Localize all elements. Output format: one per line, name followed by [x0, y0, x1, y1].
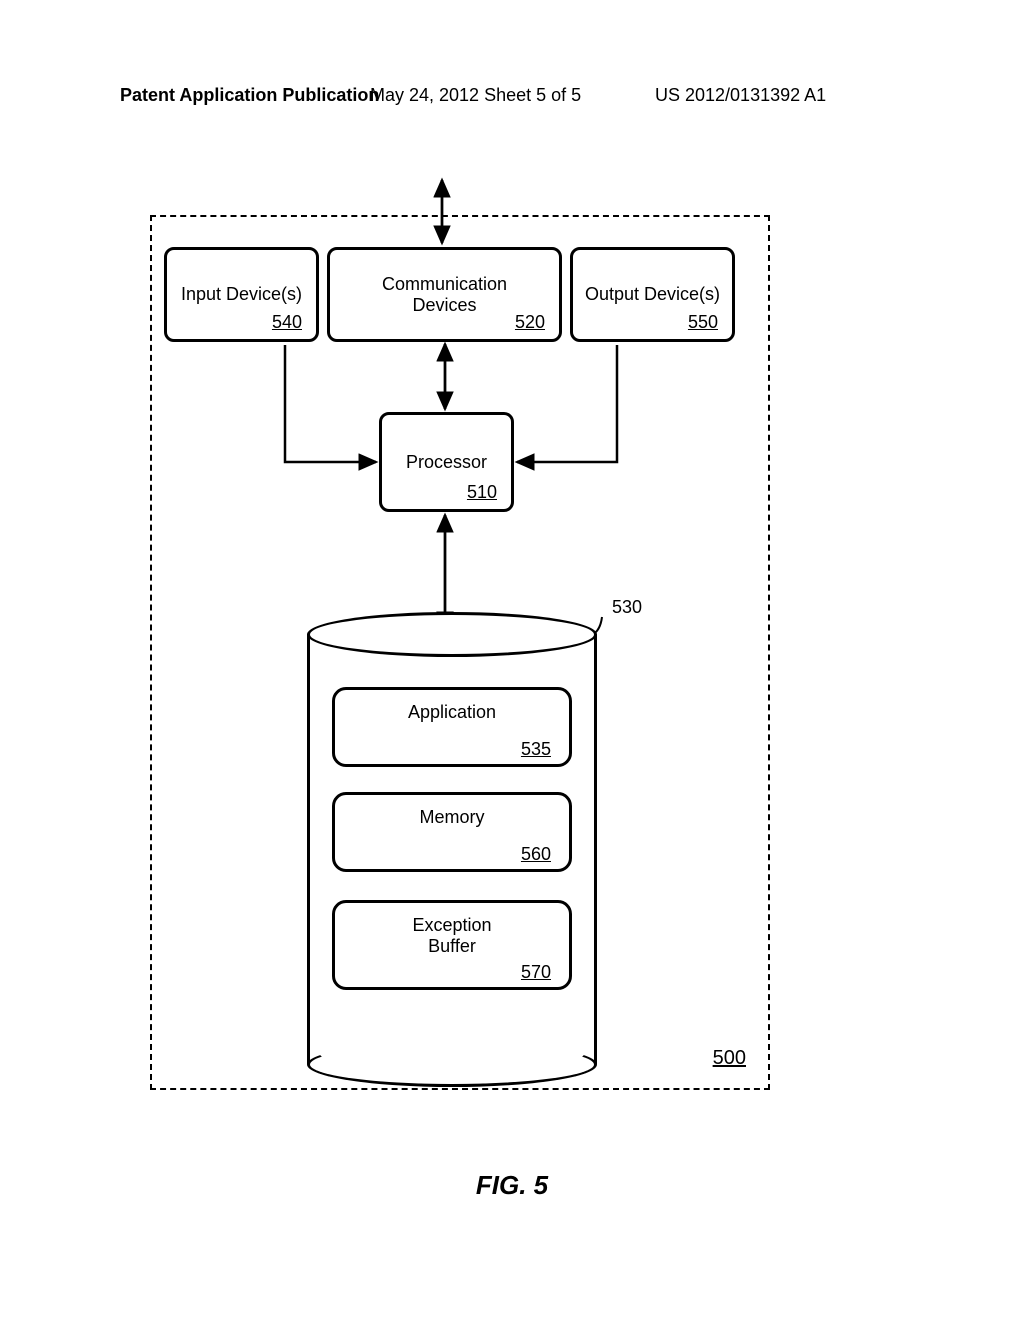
input-devices-block: Input Device(s) 540 — [164, 247, 319, 342]
exception-buffer-block: Exception Buffer 570 — [332, 900, 572, 990]
processor-label: Processor — [406, 452, 487, 473]
memory-label: Memory — [335, 795, 569, 828]
header-patent-number: US 2012/0131392 A1 — [655, 85, 826, 106]
exception-label-2: Buffer — [335, 936, 569, 957]
application-ref: 535 — [521, 739, 551, 760]
input-label: Input Device(s) — [181, 284, 302, 305]
cylinder-bottom — [307, 1042, 597, 1087]
system-ref: 500 — [713, 1047, 746, 1070]
header-publication: Patent Application Publication — [120, 85, 379, 106]
memory-block: Memory 560 — [332, 792, 572, 872]
comm-label-1: Communication — [382, 274, 507, 295]
exception-label-1: Exception — [335, 903, 569, 936]
figure-label: FIG. 5 — [0, 1170, 1024, 1201]
comm-ref: 520 — [515, 312, 545, 333]
patent-header: Patent Application Publication May 24, 2… — [0, 85, 1024, 106]
header-date-sheet: May 24, 2012 Sheet 5 of 5 — [370, 85, 581, 106]
exception-ref: 570 — [521, 962, 551, 983]
cylinder-top — [307, 612, 597, 657]
processor-block: Processor 510 — [379, 412, 514, 512]
comm-label-2: Devices — [412, 295, 476, 316]
output-ref: 550 — [688, 312, 718, 333]
communication-devices-block: Communication Devices 520 — [327, 247, 562, 342]
storage-cylinder: Application 535 Memory 560 Exception Buf… — [307, 612, 597, 1067]
application-block: Application 535 — [332, 687, 572, 767]
input-ref: 540 — [272, 312, 302, 333]
storage-ref: 530 — [612, 597, 642, 618]
output-devices-block: Output Device(s) 550 — [570, 247, 735, 342]
system-boundary: Input Device(s) 540 Communication Device… — [150, 215, 770, 1090]
processor-ref: 510 — [467, 482, 497, 503]
application-label: Application — [335, 690, 569, 723]
output-label: Output Device(s) — [585, 284, 720, 305]
memory-ref: 560 — [521, 844, 551, 865]
